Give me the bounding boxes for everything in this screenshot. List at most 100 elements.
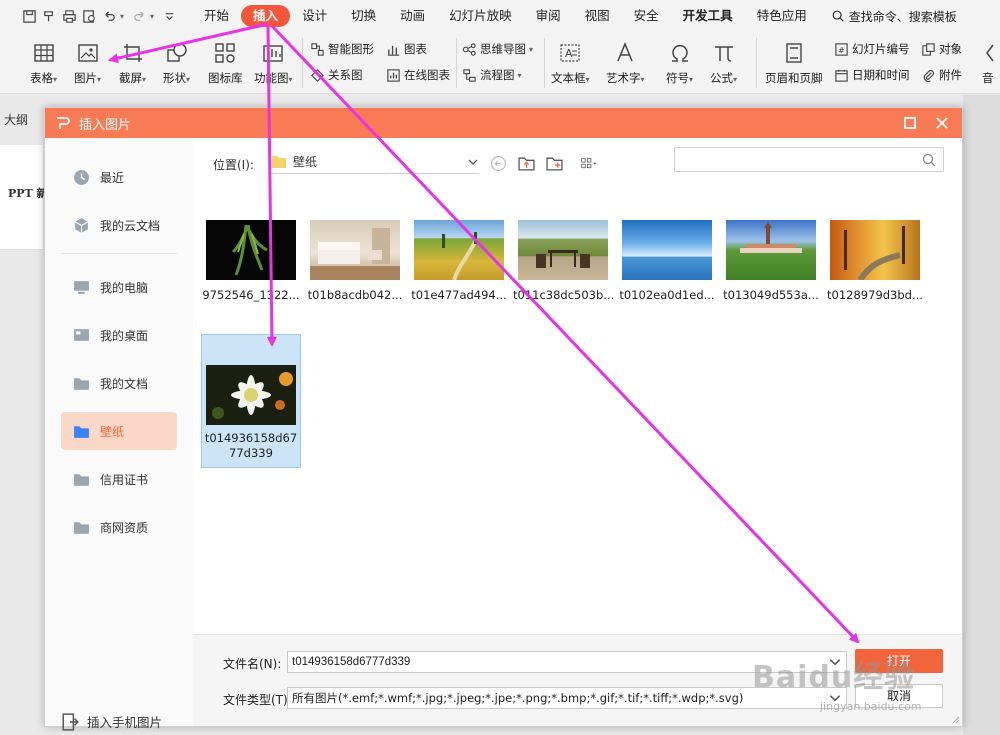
redo-dropdown-icon[interactable]: ▾ [150, 12, 154, 21]
file-search-box[interactable] [674, 147, 944, 172]
format-painter-icon[interactable] [40, 7, 58, 25]
shape-button[interactable]: 形状▾ [163, 40, 190, 86]
wps-logo-icon [57, 117, 70, 129]
picture-button[interactable]: 图片▾ [74, 40, 101, 86]
command-search-label: 查找命令、搜索模板 [848, 9, 957, 24]
table-button[interactable]: 表格▾ [30, 40, 57, 86]
outline-tab[interactable]: 大纲 [0, 107, 44, 131]
sidebar-item-desktop[interactable]: 我的桌面 [61, 316, 177, 354]
new-folder-button[interactable] [545, 154, 563, 172]
sidebar-item-cloud-docs[interactable]: 我的云文档 [61, 206, 177, 244]
sidebar-item-credit-cert[interactable]: 信用证书 [61, 460, 177, 498]
symbol-button[interactable]: 符号▾ [666, 40, 693, 86]
image-thumbnail [414, 220, 504, 280]
sidebar-item-business-qual[interactable]: 商网资质 [61, 508, 177, 546]
file-item[interactable]: t0102ea0d1ed... [617, 220, 717, 302]
toolbar-separator [302, 38, 303, 88]
flow-chart-button[interactable]: 流程图 ▾ [462, 67, 522, 83]
file-item-selected[interactable]: t014936158d6777d339 [201, 334, 301, 468]
calendar-icon [835, 69, 848, 82]
menu-bar: ▾ ▾ 开始 插入 设计 切换 动画 幻灯片放映 审阅 视图 安全 开发工具 特… [0, 0, 1000, 32]
file-name: t013049d553a... [723, 288, 819, 302]
sidebar-item-label: 我的桌面 [100, 328, 149, 343]
tab-special[interactable]: 特色应用 [745, 5, 819, 27]
sidebar-item-label: 我的文档 [100, 376, 149, 391]
sidebar-item-documents[interactable]: 我的文档 [61, 364, 177, 402]
smart-graphic-button[interactable]: 智能图形 [310, 41, 374, 57]
art-text-label: 艺术字 [606, 71, 641, 85]
object-button[interactable]: 对象 [921, 41, 962, 57]
resize-grip-icon[interactable] [950, 714, 960, 724]
filename-label: 文件名(N): [223, 657, 282, 671]
tab-animations[interactable]: 动画 [388, 5, 437, 27]
file-item[interactable]: t01b8acdb042... [305, 220, 405, 302]
tab-home[interactable]: 开始 [192, 5, 241, 27]
sidebar-item-label: 信用证书 [100, 472, 149, 487]
tab-developer[interactable]: 开发工具 [671, 5, 745, 27]
command-search[interactable]: 查找命令、搜索模板 [831, 8, 957, 25]
date-time-button[interactable]: 日期和时间 [834, 67, 910, 83]
screenshot-button[interactable]: 截屏▾ [119, 40, 146, 86]
grid-view-icon [580, 157, 597, 168]
slide-thumbnail[interactable]: PPT 新 [0, 145, 48, 250]
undo-icon[interactable] [100, 7, 118, 25]
close-icon[interactable] [934, 115, 950, 131]
online-chart-button[interactable]: 在线图表 [386, 67, 450, 83]
tab-slideshow[interactable]: 幻灯片放映 [437, 5, 524, 27]
picture-icon [77, 44, 98, 62]
relation-chart-button[interactable]: 关系图 [310, 67, 363, 83]
file-item[interactable]: t011c38dc503b... [513, 220, 613, 302]
redo-icon[interactable] [130, 7, 148, 25]
text-box-icon: A [560, 44, 580, 62]
art-text-button[interactable]: 艺术字▾ [606, 40, 645, 86]
tab-security[interactable]: 安全 [622, 5, 671, 27]
file-item[interactable]: t013049d553a... [721, 220, 821, 302]
dialog-title-bar[interactable]: 插入图片 [45, 108, 962, 138]
file-name: t0128979d3bd... [827, 288, 923, 302]
insert-phone-picture-button[interactable]: 插入手机图片 [61, 712, 162, 731]
filename-input[interactable] [292, 656, 828, 668]
text-box-button[interactable]: A 文本框▾ [551, 40, 590, 86]
function-chart-button[interactable]: 功能图▾ [254, 40, 293, 86]
slide-number-button[interactable]: # 幻灯片编号 [834, 41, 910, 57]
search-icon [922, 153, 936, 167]
attachment-label: 附件 [939, 68, 962, 82]
file-item[interactable]: 9752546_1322... [201, 220, 301, 302]
mind-map-button[interactable]: 思维导图 ▾ [462, 41, 533, 57]
back-button[interactable] [489, 154, 507, 172]
header-footer-label: 页眉和页脚 [765, 71, 823, 85]
icon-library-button[interactable]: 图标库 [208, 40, 243, 86]
maximize-icon[interactable] [902, 115, 918, 131]
chart-button[interactable]: 图表 [386, 41, 427, 57]
tab-review[interactable]: 审阅 [524, 5, 573, 27]
audio-button[interactable]: 音 [982, 40, 1000, 86]
print-preview-icon[interactable] [80, 7, 98, 25]
file-item[interactable]: t0128979d3bd... [825, 220, 925, 302]
sidebar-item-recent[interactable]: 最近 [61, 158, 177, 196]
attachment-button[interactable]: 附件 [921, 67, 962, 83]
sidebar-item-wallpaper[interactable]: 壁纸 [61, 412, 177, 450]
parent-folder-button[interactable] [517, 154, 535, 172]
location-select[interactable]: 壁纸 [269, 150, 479, 174]
shape-icon [166, 43, 187, 62]
undo-dropdown-icon[interactable]: ▾ [120, 12, 124, 21]
tab-design[interactable]: 设计 [290, 5, 339, 27]
screenshot-icon [123, 44, 142, 62]
header-footer-button[interactable]: 页眉和页脚 [765, 40, 823, 86]
sidebar-item-my-computer[interactable]: 我的电脑 [61, 268, 177, 306]
tab-transitions[interactable]: 切换 [339, 5, 388, 27]
file-search-input[interactable] [681, 148, 911, 170]
view-mode-button[interactable] [575, 154, 603, 172]
save-icon[interactable] [20, 7, 38, 25]
print-icon[interactable] [60, 7, 78, 25]
tab-insert[interactable]: 插入 [241, 5, 291, 27]
image-thumbnail [310, 220, 400, 280]
file-item[interactable]: t01e477ad494... [409, 220, 509, 302]
watermark-url: jingyan.baidu.com [820, 700, 922, 713]
sidebar-divider [61, 253, 177, 254]
formula-button[interactable]: 公式▾ [710, 40, 737, 86]
ribbon-tabs: 开始 插入 设计 切换 动画 幻灯片放映 审阅 视图 安全 开发工具 特色应用 [192, 5, 819, 27]
customize-toolbar-icon[interactable] [160, 7, 178, 25]
table-icon [33, 44, 54, 62]
tab-view[interactable]: 视图 [573, 5, 622, 27]
